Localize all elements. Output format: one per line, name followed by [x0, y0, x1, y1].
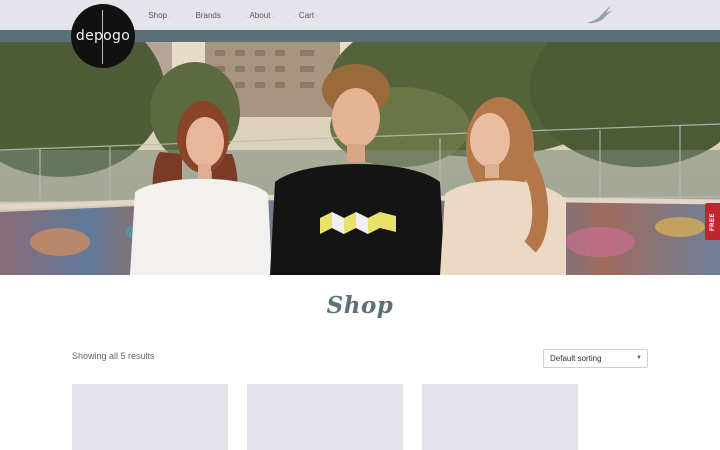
product-card[interactable] — [422, 384, 578, 450]
main-nav: · Shop · · Brands · · About · · Cart · — [144, 0, 338, 30]
nav-item-brands[interactable]: · Brands · — [191, 11, 225, 20]
nav-item-shop[interactable]: · Shop · — [144, 11, 171, 20]
free-shipping-tab-label: FREE — [709, 212, 716, 231]
bullet: · — [166, 12, 172, 20]
bullet: · — [220, 12, 226, 20]
bullet: · — [270, 12, 275, 20]
hero-banner-image — [0, 42, 720, 275]
nav-item-label: About — [249, 10, 271, 20]
sort-dropdown[interactable]: Default sorting ▼ — [543, 349, 648, 368]
page-title: Shop — [326, 292, 394, 319]
product-card[interactable] — [247, 384, 403, 450]
brand-logo[interactable]: depogo — [71, 4, 135, 68]
logo-text: depogo — [75, 28, 131, 44]
swallow-icon — [587, 5, 613, 24]
nav-item-label: Shop — [148, 10, 167, 20]
chevron-down-icon: ▼ — [636, 355, 642, 361]
bullet: · — [314, 12, 319, 20]
nav-item-cart[interactable]: · Cart · — [295, 11, 319, 20]
free-shipping-tab[interactable]: FREE — [705, 203, 720, 240]
nav-item-label: Cart — [298, 10, 315, 20]
nav-item-label: Brands — [195, 10, 221, 20]
product-card[interactable] — [72, 384, 228, 450]
sort-selected-value: Default sorting — [550, 354, 602, 363]
result-count: Showing all 5 results — [72, 351, 155, 361]
nav-item-about[interactable]: · About · — [245, 11, 274, 20]
